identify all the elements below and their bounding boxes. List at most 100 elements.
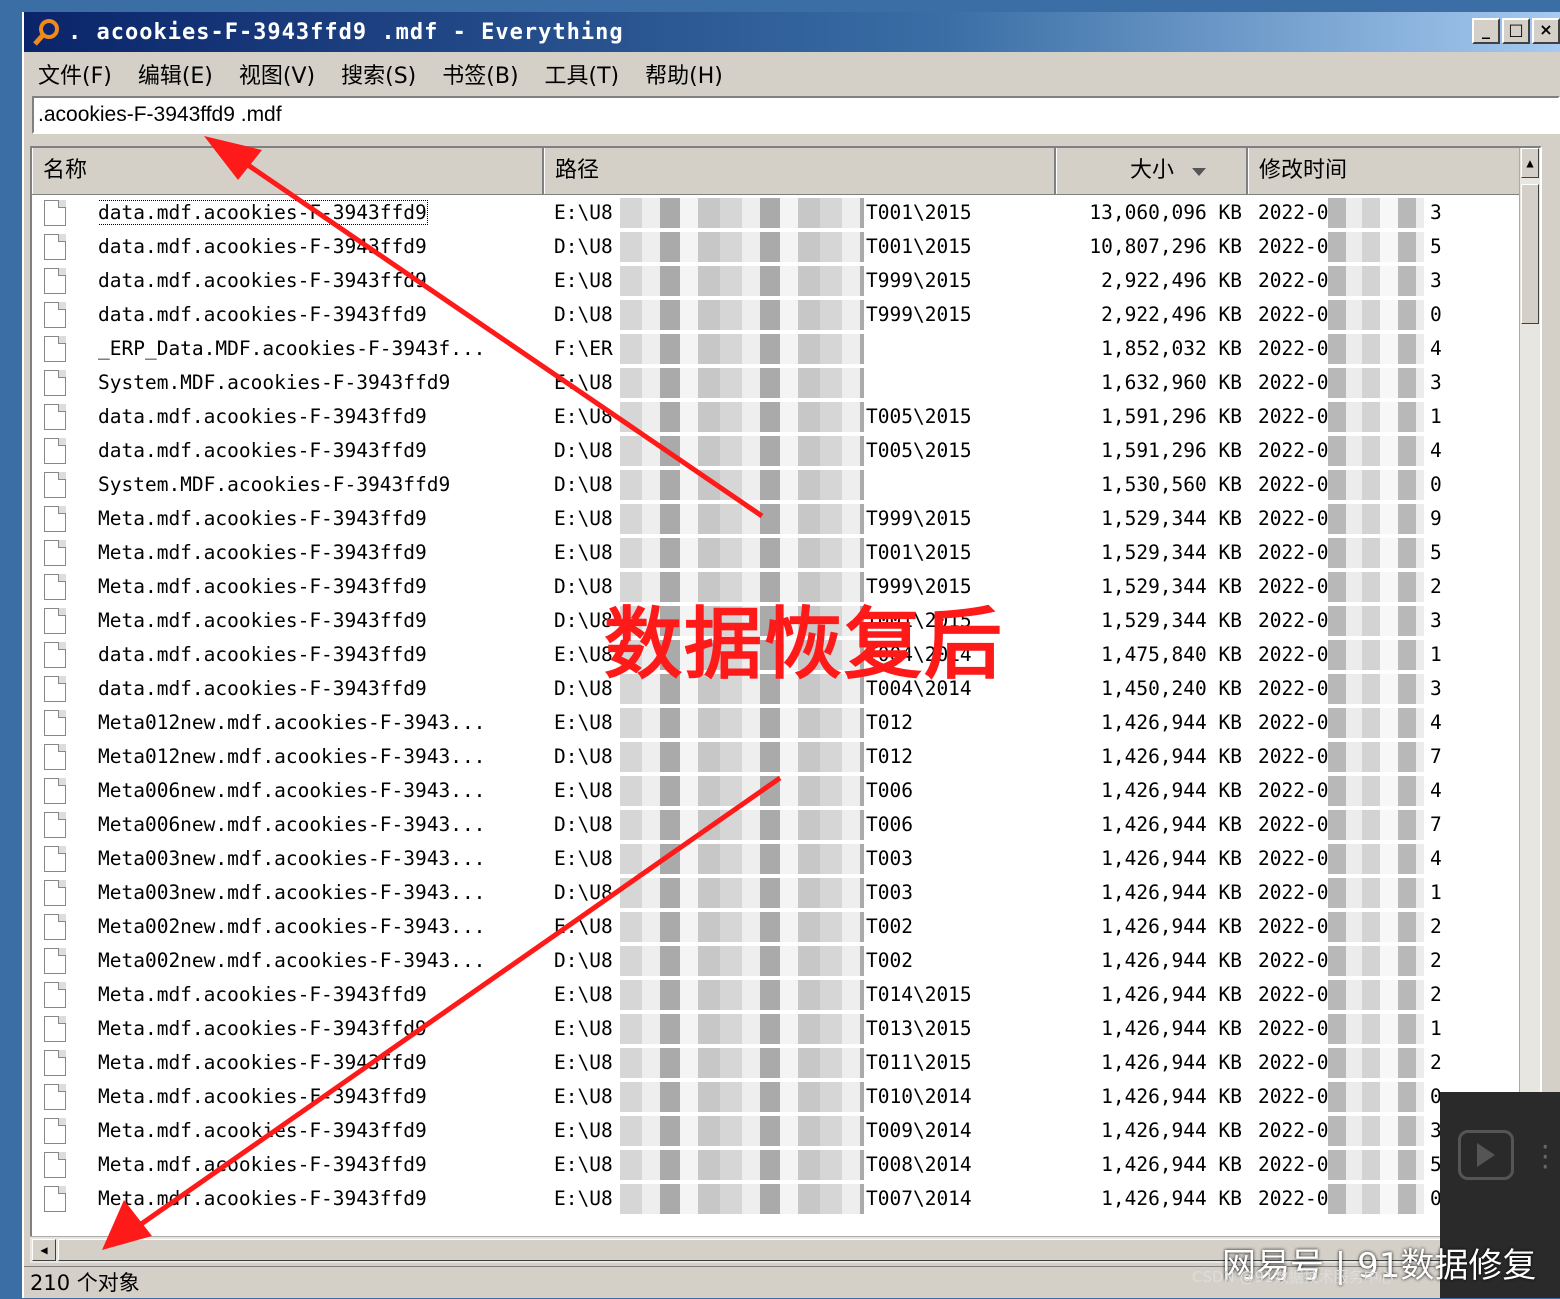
table-row[interactable]: Meta.mdf.acookies-F-3943ffd9 E:\U8 T999\20…	[32, 502, 1540, 536]
redacted-path	[620, 708, 864, 738]
file-date: 2022-0	[1258, 983, 1329, 1006]
column-name-label: 名称	[43, 158, 88, 183]
table-row[interactable]: Meta.mdf.acookies-F-3943ffd9 E:\U8 T010\20…	[32, 1080, 1540, 1114]
file-date: 2022-0	[1258, 507, 1329, 530]
file-size: 1,426,944 KB	[1101, 915, 1242, 938]
more-icon[interactable]: · · ·	[1538, 1135, 1552, 1179]
search-input[interactable]: .acookies-F-3943ffd9 .mdf	[32, 96, 1560, 134]
menu-tools[interactable]: 工具(T)	[545, 58, 620, 90]
file-drive: E:\U8	[554, 1085, 613, 1108]
file-name: Meta012new.mdf.acookies-F-3943...	[98, 745, 486, 768]
file-path: T001\2015	[866, 541, 972, 564]
file-date: 2022-0	[1258, 711, 1329, 734]
maximize-button[interactable]: □	[1502, 18, 1530, 44]
file-name: Meta.mdf.acookies-F-3943ffd9	[98, 1119, 427, 1142]
menu-edit[interactable]: 编辑(E)	[138, 58, 213, 90]
file-size: 1,591,296 KB	[1101, 405, 1242, 428]
redacted-date	[1328, 572, 1424, 602]
file-name: data.mdf.acookies-F-3943ffd9	[98, 405, 427, 428]
table-row[interactable]: Meta002new.mdf.acookies-F-3943... D:\U8 T0…	[32, 944, 1540, 978]
file-name: data.mdf.acookies-F-3943ffd9	[98, 269, 427, 292]
table-row[interactable]: System.MDF.acookies-F-3943ffd9 D:\U8 1,530…	[32, 468, 1540, 502]
column-path[interactable]: 路径	[544, 148, 1056, 194]
file-icon	[44, 710, 66, 736]
title-bar[interactable]: . acookies-F-3943ffd9 .mdf - Everything …	[24, 12, 1560, 52]
scroll-left-icon[interactable]: ◀	[32, 1239, 56, 1261]
table-row[interactable]: data.mdf.acookies-F-3943ffd9 E:\U8 T005\20…	[32, 400, 1540, 434]
table-row[interactable]: System.MDF.acookies-F-3943ffd9 E:\U8 1,632…	[32, 366, 1540, 400]
file-drive: D:\U8	[554, 303, 613, 326]
table-row[interactable]: data.mdf.acookies-F-3943ffd9 E:\U8 T999\20…	[32, 264, 1540, 298]
file-drive: E:\U8	[554, 405, 613, 428]
table-row[interactable]: data.mdf.acookies-F-3943ffd9 D:\U8 T999\20…	[32, 298, 1540, 332]
redacted-date	[1328, 640, 1424, 670]
file-name: data.mdf.acookies-F-3943ffd9	[98, 235, 427, 258]
menu-search[interactable]: 搜索(S)	[341, 58, 416, 90]
file-drive: D:\U8	[554, 949, 613, 972]
table-row[interactable]: data.mdf.acookies-F-3943ffd9 E:\U8 T001\20…	[32, 196, 1540, 230]
file-size: 1,426,944 KB	[1101, 983, 1242, 1006]
redacted-date	[1328, 742, 1424, 772]
file-icon	[44, 914, 66, 940]
file-size: 1,426,944 KB	[1101, 779, 1242, 802]
window-title: . acookies-F-3943ffd9 .mdf - Everything	[68, 19, 624, 45]
table-row[interactable]: Meta012new.mdf.acookies-F-3943... D:\U8 T0…	[32, 740, 1540, 774]
menu-bookmarks[interactable]: 书签(B)	[442, 58, 518, 90]
table-row[interactable]: Meta.mdf.acookies-F-3943ffd9 E:\U8 T008\20…	[32, 1148, 1540, 1182]
file-date-tail: 1	[1430, 881, 1442, 904]
file-drive: E:\U8	[554, 201, 613, 224]
file-date-tail: 7	[1430, 745, 1442, 768]
table-row[interactable]: Meta002new.mdf.acookies-F-3943... E:\U8 T0…	[32, 910, 1540, 944]
column-size-label: 大小	[1129, 158, 1174, 183]
menu-help[interactable]: 帮助(H)	[645, 58, 723, 90]
play-icon[interactable]	[1458, 1130, 1514, 1180]
file-name: data.mdf.acookies-F-3943ffd9	[98, 643, 427, 666]
column-name[interactable]: 名称	[32, 148, 544, 194]
table-row[interactable]: Meta012new.mdf.acookies-F-3943... E:\U8 T0…	[32, 706, 1540, 740]
table-row[interactable]: Meta003new.mdf.acookies-F-3943... D:\U8 T0…	[32, 876, 1540, 910]
file-path: T009\2014	[866, 1119, 972, 1142]
menu-file[interactable]: 文件(F)	[38, 58, 112, 90]
table-row[interactable]: Meta.mdf.acookies-F-3943ffd9 E:\U8 T001\20…	[32, 536, 1540, 570]
watermark-small: CSDN @91数据技术服务中心	[1192, 1268, 1394, 1286]
table-row[interactable]: _ERP_Data.MDF.acookies-F-3943f... F:\ER 1,…	[32, 332, 1540, 366]
table-row[interactable]: Meta.mdf.acookies-F-3943ffd9 E:\U8 T013\20…	[32, 1012, 1540, 1046]
scroll-thumb[interactable]	[1521, 184, 1539, 324]
file-icon	[44, 812, 66, 838]
file-icon	[44, 370, 66, 396]
close-button[interactable]: ×	[1532, 18, 1560, 44]
redacted-date	[1328, 776, 1424, 806]
table-row[interactable]: Meta.mdf.acookies-F-3943ffd9 E:\U8 T014\20…	[32, 978, 1540, 1012]
table-row[interactable]: Meta.mdf.acookies-F-3943ffd9 E:\U8 T007\20…	[32, 1182, 1540, 1216]
file-path: T001\2015	[866, 201, 972, 224]
file-name: data.mdf.acookies-F-3943ffd9	[98, 303, 427, 326]
vertical-scrollbar[interactable]: ▲	[1519, 148, 1540, 1236]
table-row[interactable]: Meta.mdf.acookies-F-3943ffd9 E:\U8 T011\20…	[32, 1046, 1540, 1080]
file-date: 2022-0	[1258, 677, 1329, 700]
file-icon	[44, 574, 66, 600]
table-row[interactable]: Meta006new.mdf.acookies-F-3943... D:\U8 T0…	[32, 808, 1540, 842]
table-row[interactable]: data.mdf.acookies-F-3943ffd9 D:\U8 T001\20…	[32, 230, 1540, 264]
table-row[interactable]: Meta006new.mdf.acookies-F-3943... E:\U8 T0…	[32, 774, 1540, 808]
file-name: Meta.mdf.acookies-F-3943ffd9	[98, 983, 427, 1006]
file-name: Meta.mdf.acookies-F-3943ffd9	[98, 1085, 427, 1108]
redacted-path	[620, 470, 864, 500]
redacted-path	[620, 1014, 864, 1044]
table-row[interactable]: data.mdf.acookies-F-3943ffd9 D:\U8 T005\20…	[32, 434, 1540, 468]
redacted-date	[1328, 232, 1424, 262]
file-date-tail: 0	[1430, 303, 1442, 326]
file-drive: D:\U8	[554, 439, 613, 462]
file-date-tail: 2	[1430, 949, 1442, 972]
file-size: 2,922,496 KB	[1101, 269, 1242, 292]
table-row[interactable]: Meta.mdf.acookies-F-3943ffd9 E:\U8 T009\20…	[32, 1114, 1540, 1148]
column-modified[interactable]: 修改时间	[1248, 148, 1540, 194]
table-row[interactable]: Meta003new.mdf.acookies-F-3943... E:\U8 T0…	[32, 842, 1540, 876]
file-drive: E:\U8	[554, 1119, 613, 1142]
menu-view[interactable]: 视图(V)	[239, 58, 315, 90]
column-size[interactable]: 大小	[1056, 148, 1248, 194]
file-path: T014\2015	[866, 983, 972, 1006]
minimize-button[interactable]: _	[1472, 18, 1500, 44]
file-drive: E:\U8	[554, 269, 613, 292]
file-size: 1,529,344 KB	[1101, 575, 1242, 598]
scroll-up-icon[interactable]: ▲	[1521, 148, 1539, 178]
